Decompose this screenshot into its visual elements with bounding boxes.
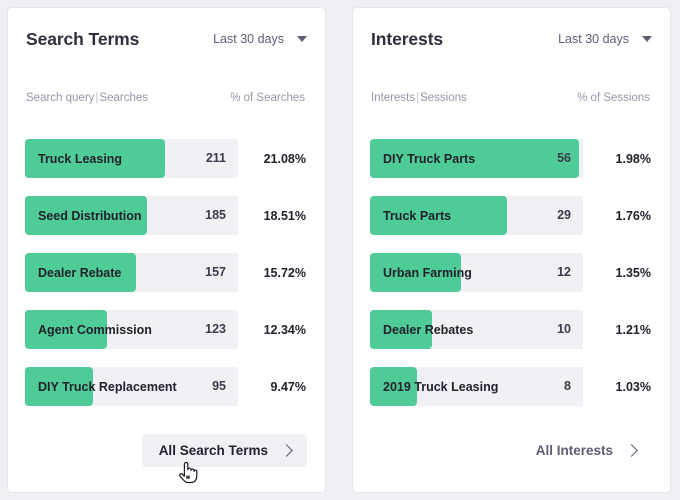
column-header-left: Search query|Searches [26,92,148,104]
page-title: Search Terms [26,28,140,49]
column-header-right: % of Sessions [577,92,650,104]
chevron-right-icon [280,444,293,457]
bar-value: 12 [557,265,571,279]
column-headers: Interests|Sessions % of Sessions [370,70,653,126]
date-range-dropdown[interactable]: Last 30 days [213,32,307,46]
row-percent: 12.34% [263,322,306,337]
table-row[interactable]: Dealer Rebates 10 1.21% [370,301,653,358]
bar-label: Dealer Rebate [38,265,122,280]
table-row[interactable]: Agent Commission 123 12.34% [25,301,308,358]
all-interests-label: All Interests [535,443,613,458]
bar-value: 10 [557,322,571,336]
bar-label: DIY Truck Parts [383,151,476,166]
bar-track: Truck Parts 29 [370,196,583,235]
card-header: Interests Last 30 days [370,8,653,70]
column-header-primary: Search query [26,92,95,104]
bar-label: Urban Farming [383,265,472,280]
chevron-down-icon [642,36,652,42]
bar-track: Dealer Rebates 10 [370,310,583,349]
bar-track: Urban Farming 12 [370,253,583,292]
bar-value: 185 [205,208,226,222]
bar-label: Dealer Rebates [383,322,474,337]
date-range-label: Last 30 days [558,32,629,46]
search-terms-card: Search Terms Last 30 days Search query|S… [8,8,325,492]
row-percent: 1.03% [615,379,651,394]
bar-label: Agent Commission [38,322,152,337]
date-range-label: Last 30 days [213,32,284,46]
row-percent: 1.76% [615,208,651,223]
date-range-dropdown[interactable]: Last 30 days [558,32,652,46]
bar-label: DIY Truck Replacement [38,379,177,394]
bar-track: DIY Truck Replacement 95 [25,367,238,406]
table-row[interactable]: DIY Truck Parts 56 1.98% [370,130,653,187]
bar-list: Truck Leasing 211 21.08% Seed Distributi… [25,126,308,415]
bar-value: 29 [557,208,571,222]
row-percent: 15.72% [263,265,306,280]
bar-label: Truck Parts [383,208,452,223]
dashboard: Search Terms Last 30 days Search query|S… [0,0,680,500]
bar-value: 123 [205,322,226,336]
bar-value: 56 [557,151,571,165]
bar-value: 211 [205,151,226,165]
interests-card: Interests Last 30 days Interests|Session… [353,8,670,492]
bar-label: Truck Leasing [38,151,123,166]
row-percent: 1.21% [615,322,651,337]
all-interests-button[interactable]: All Interests [519,434,652,467]
bar-value: 157 [205,265,226,279]
chevron-down-icon [297,36,307,42]
table-row[interactable]: Truck Parts 29 1.76% [370,187,653,244]
bar-track: Seed Distribution 185 [25,196,238,235]
bar-track: DIY Truck Parts 56 [370,139,583,178]
bar-track: 2019 Truck Leasing 8 [370,367,583,406]
bar-value: 8 [564,379,571,393]
card-header: Search Terms Last 30 days [25,8,308,70]
row-percent: 9.47% [270,379,306,394]
table-row[interactable]: Seed Distribution 185 18.51% [25,187,308,244]
column-headers: Search query|Searches % of Searches [25,70,308,126]
table-row[interactable]: Urban Farming 12 1.35% [370,244,653,301]
column-header-left: Interests|Sessions [371,92,467,104]
bar-track: Dealer Rebate 157 [25,253,238,292]
table-row[interactable]: Truck Leasing 211 21.08% [25,130,308,187]
row-percent: 21.08% [263,151,306,166]
card-footer: All Search Terms [25,415,308,492]
row-percent: 18.51% [263,208,306,223]
bar-track: Truck Leasing 211 [25,139,238,178]
bar-value: 95 [212,379,226,393]
column-header-primary: Interests [371,92,416,104]
card-footer: All Interests [370,415,653,492]
all-search-terms-button[interactable]: All Search Terms [141,434,307,467]
table-row[interactable]: DIY Truck Replacement 95 9.47% [25,358,308,415]
column-header-secondary: Sessions [420,92,467,104]
table-row[interactable]: 2019 Truck Leasing 8 1.03% [370,358,653,415]
bar-label: 2019 Truck Leasing [383,379,499,394]
table-row[interactable]: Dealer Rebate 157 15.72% [25,244,308,301]
bar-track: Agent Commission 123 [25,310,238,349]
all-search-terms-label: All Search Terms [158,443,268,458]
column-header-secondary: Searches [99,92,148,104]
chevron-right-icon [625,444,638,457]
bar-list: DIY Truck Parts 56 1.98% Truck Parts 29 … [370,126,653,415]
row-percent: 1.35% [615,265,651,280]
row-percent: 1.98% [615,151,651,166]
bar-label: Seed Distribution [38,208,142,223]
column-header-right: % of Searches [230,92,305,104]
page-title: Interests [371,28,444,49]
